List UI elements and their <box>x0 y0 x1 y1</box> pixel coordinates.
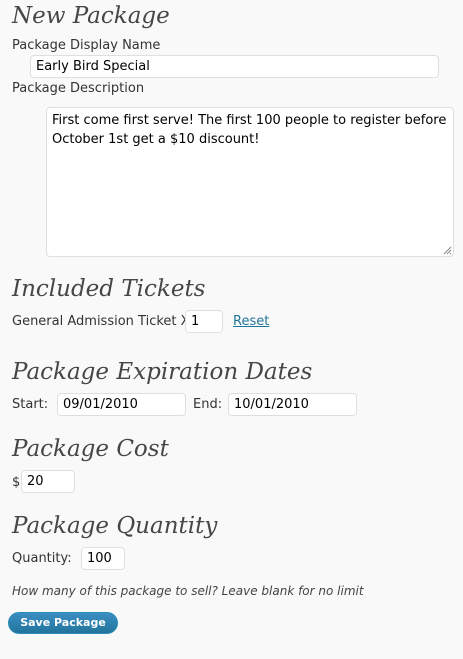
ticket-quantity-input[interactable] <box>185 310 223 333</box>
form-title: New Package <box>12 3 170 29</box>
start-date-label: Start: <box>12 397 49 412</box>
expiration-heading: Package Expiration Dates <box>12 359 313 385</box>
display-name-label: Package Display Name <box>12 38 161 53</box>
quantity-label: Quantity: <box>12 551 72 566</box>
cost-heading: Package Cost <box>12 436 169 462</box>
quantity-input[interactable] <box>81 547 125 570</box>
save-package-button[interactable]: Save Package <box>8 612 118 634</box>
cost-input[interactable] <box>21 470 75 493</box>
description-label: Package Description <box>12 81 145 96</box>
currency-symbol: $ <box>12 475 21 490</box>
resize-grip-icon[interactable] <box>443 246 452 255</box>
display-name-input[interactable] <box>30 55 439 78</box>
description-textarea[interactable]: First come first serve! The first 100 pe… <box>46 107 454 257</box>
quantity-hint: How many of this package to sell? Leave … <box>12 584 364 598</box>
start-date-input[interactable] <box>57 393 186 416</box>
reset-link[interactable]: Reset <box>233 315 269 328</box>
description-textarea-wrapper: First come first serve! The first 100 pe… <box>46 107 454 257</box>
end-date-label: End: <box>193 397 223 412</box>
quantity-heading: Package Quantity <box>12 513 218 539</box>
ticket-label: General Admission Ticket X <box>12 314 190 329</box>
included-tickets-heading: Included Tickets <box>12 276 206 302</box>
end-date-input[interactable] <box>228 393 357 416</box>
